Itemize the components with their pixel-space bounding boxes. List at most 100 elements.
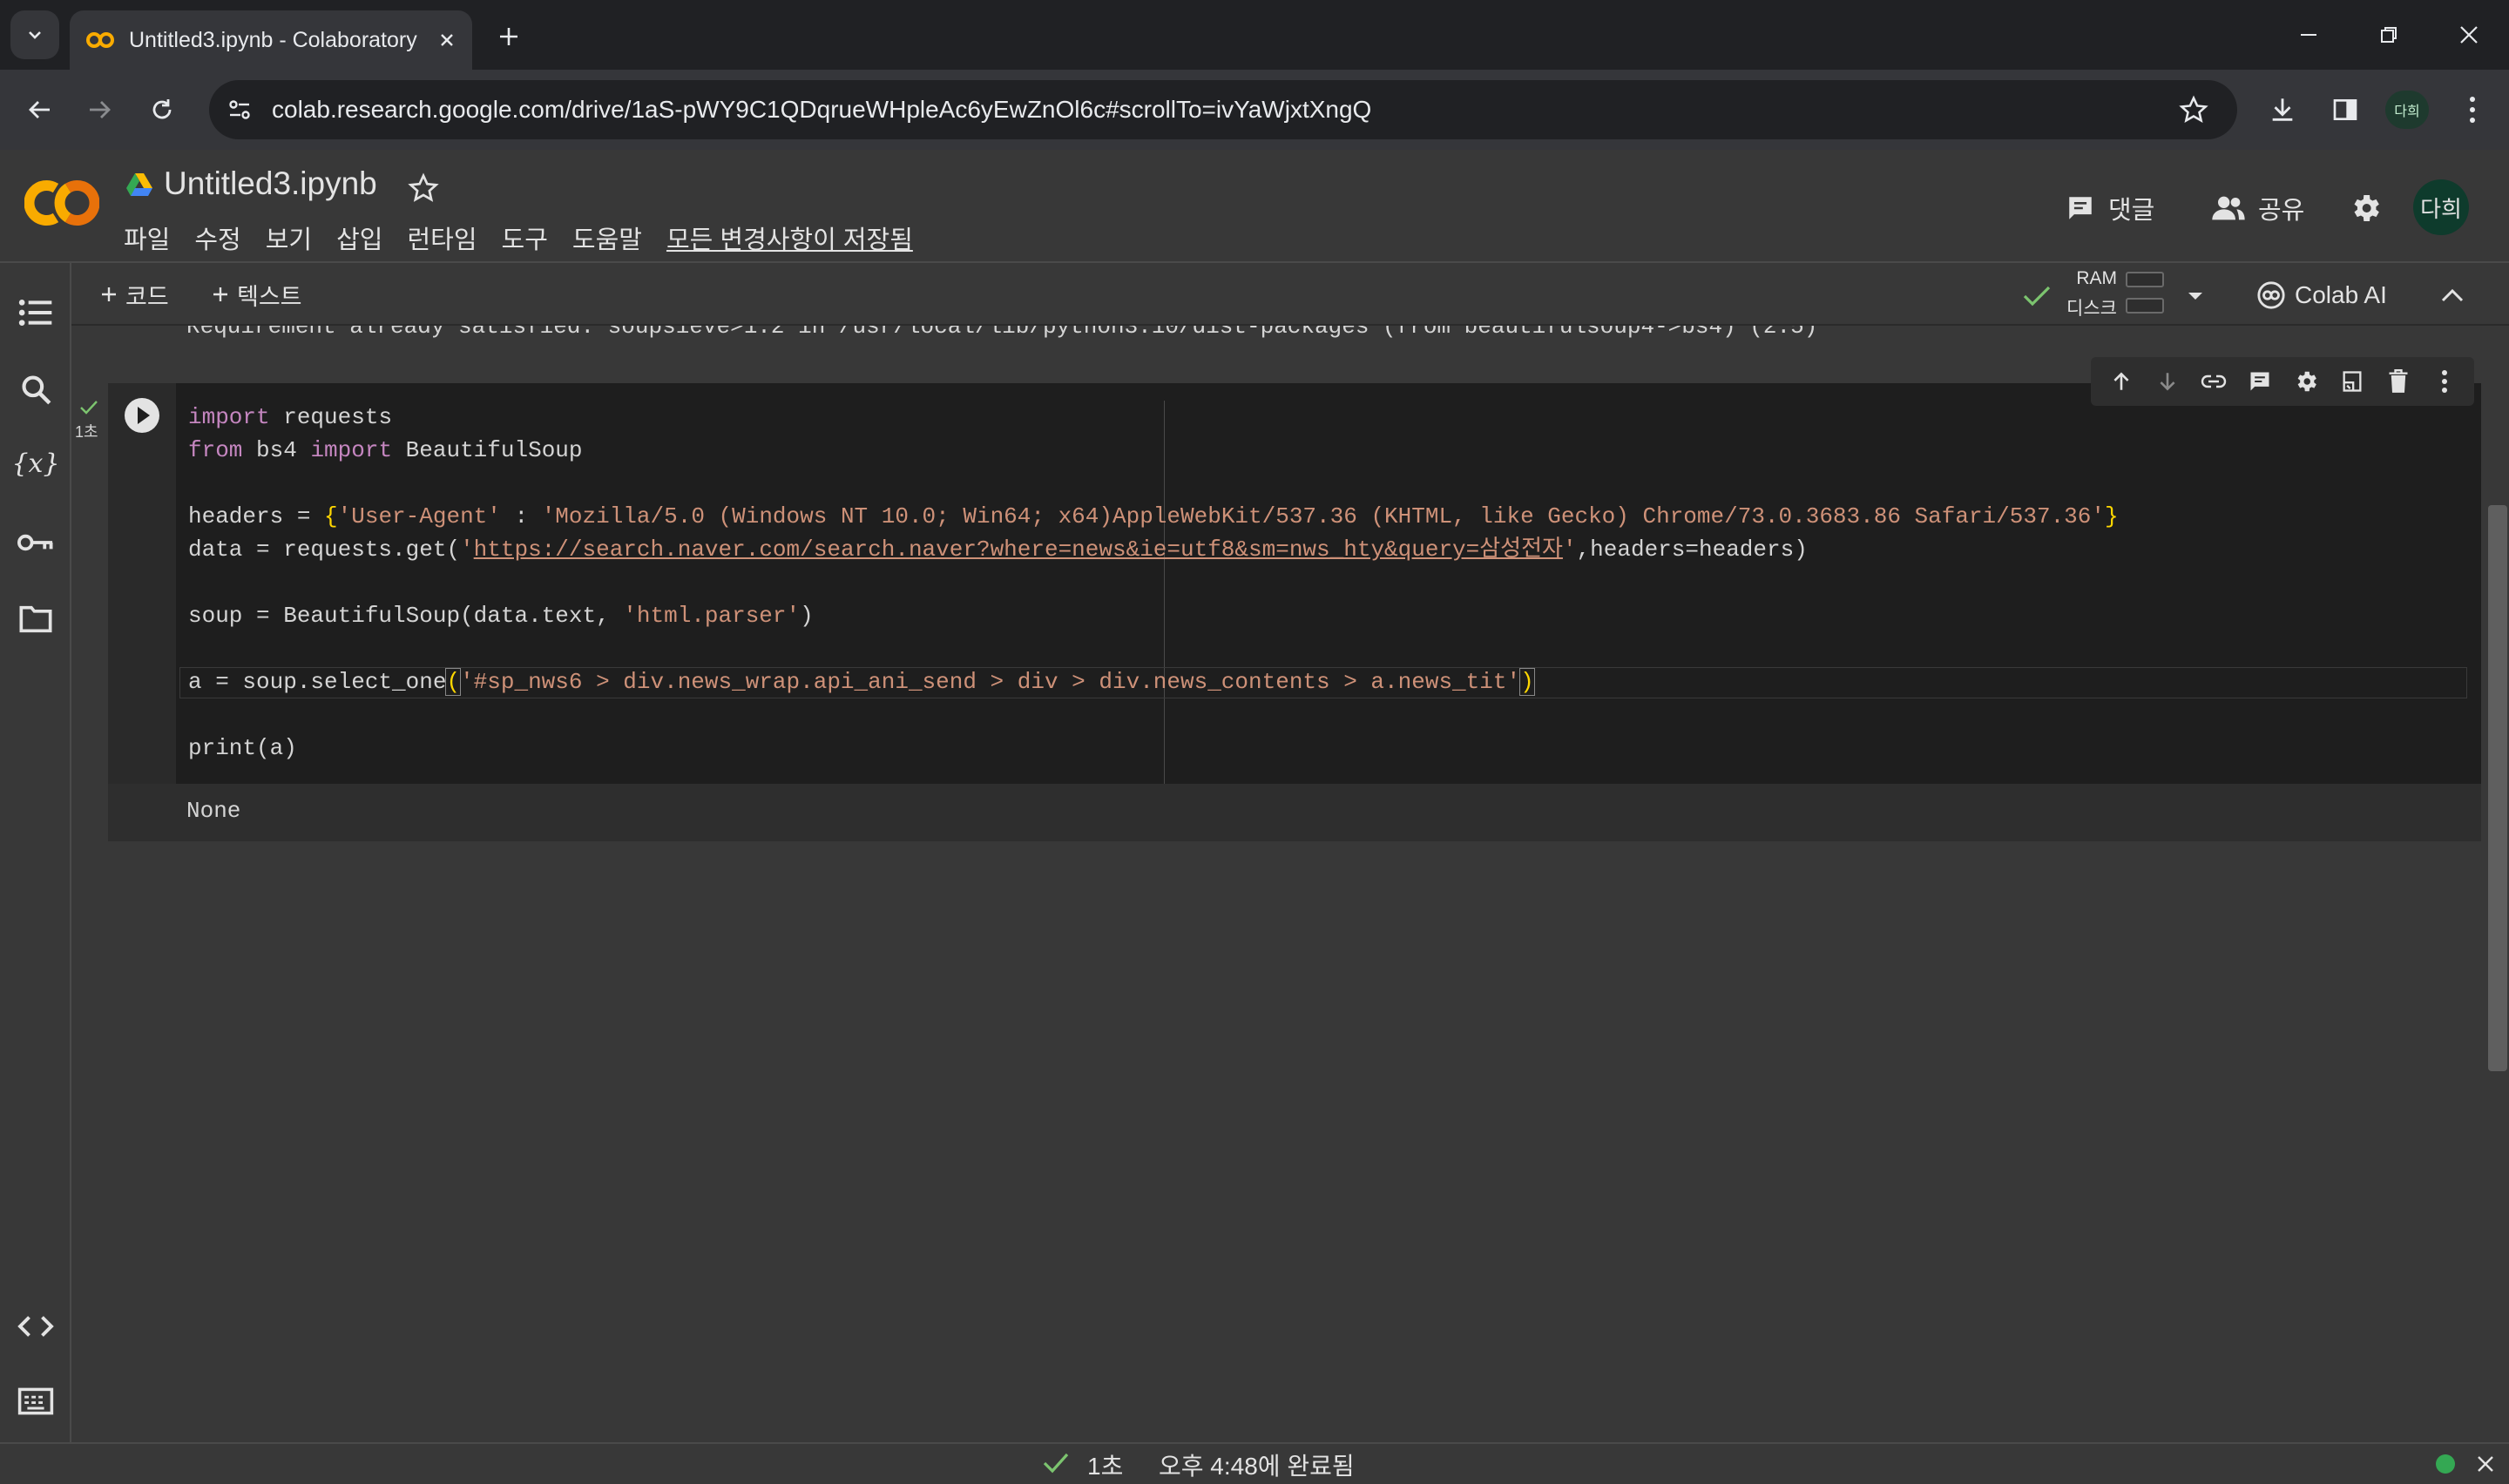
more-vertical-icon xyxy=(2441,370,2447,393)
share-button[interactable]: 공유 xyxy=(2211,186,2304,230)
user-avatar[interactable]: 다희 xyxy=(2413,179,2469,235)
play-circle-icon xyxy=(125,398,159,433)
status-indicator-dot xyxy=(2436,1454,2455,1474)
add-code-cell-button[interactable]: 코드 xyxy=(99,275,169,314)
back-button[interactable] xyxy=(17,87,63,132)
execution-time: 1초 xyxy=(75,423,98,441)
svg-text:{x}: {x} xyxy=(15,449,57,479)
code-token: 'User-Agent' xyxy=(337,503,501,530)
menu-help[interactable]: 도움말 xyxy=(572,219,654,256)
status-close-button[interactable] xyxy=(2471,1449,2500,1479)
gear-icon xyxy=(2354,195,2379,221)
colab-ai-label: Colab AI xyxy=(2295,281,2387,308)
window-restore-button[interactable] xyxy=(2363,0,2415,70)
window-minimize-button[interactable] xyxy=(2282,0,2335,70)
status-check-icon xyxy=(1042,1451,1070,1477)
command-palette-button[interactable] xyxy=(12,1378,59,1425)
move-cell-down-button[interactable] xyxy=(2148,362,2187,401)
code-brackets-icon xyxy=(17,1316,54,1337)
code-line: headers = {'User-Agent' : 'Mozilla/5.0 (… xyxy=(188,500,2462,533)
address-bar[interactable]: colab.research.google.com/drive/1aS-pWY9… xyxy=(209,80,2237,139)
colab-ai-button[interactable]: Colab AI xyxy=(2256,277,2387,314)
table-of-contents-button[interactable] xyxy=(12,289,59,336)
menu-bar: 파일 수정 보기 삽입 런타임 도구 도움말 모든 변경사항이 저장됨 xyxy=(124,219,913,256)
folder-icon xyxy=(19,605,52,633)
colab-logo-icon[interactable] xyxy=(24,172,99,233)
code-line: soup = BeautifulSoup(data.text, 'html.pa… xyxy=(188,599,2462,632)
search-icon xyxy=(22,375,51,405)
collapse-header-button[interactable] xyxy=(2431,275,2474,315)
copy-cell-link-button[interactable] xyxy=(2195,362,2233,401)
code-token: 'Mozilla/5.0 (Windows NT 10.0; Win64; x6… xyxy=(541,503,2105,530)
move-cell-up-button[interactable] xyxy=(2102,362,2140,401)
code-url-link[interactable]: https://search.naver.com/search.naver?wh… xyxy=(474,536,1563,563)
add-text-cell-button[interactable]: 텍스트 xyxy=(211,275,302,314)
connected-check-icon xyxy=(2021,280,2053,312)
code-editor[interactable]: import requests from bs4 import Beautifu… xyxy=(188,401,2462,765)
menu-view[interactable]: 보기 xyxy=(266,219,324,256)
gear-icon xyxy=(2297,371,2316,392)
variables-button[interactable]: {x} xyxy=(12,441,59,488)
code-token: ) xyxy=(800,603,814,629)
add-comment-button[interactable] xyxy=(2241,362,2279,401)
reload-icon xyxy=(152,99,172,119)
comment-button[interactable]: 댓글 xyxy=(2065,186,2154,230)
comment-icon xyxy=(2069,197,2092,219)
tab-close-icon[interactable] xyxy=(437,30,456,50)
more-cell-actions-button[interactable] xyxy=(2425,362,2464,401)
side-panel-button[interactable] xyxy=(2321,87,2370,132)
tab-title: Untitled3.ipynb - Colaboratory xyxy=(129,27,417,52)
notebook-title[interactable]: Untitled3.ipynb xyxy=(164,165,377,202)
browser-profile-avatar[interactable]: 다희 xyxy=(2385,91,2429,129)
code-token: ,headers=headers) xyxy=(1576,536,1808,563)
chevron-down-icon xyxy=(29,31,41,39)
find-replace-button[interactable] xyxy=(12,366,59,413)
code-snippets-button[interactable] xyxy=(12,1303,59,1350)
settings-button[interactable] xyxy=(2343,186,2387,230)
scrollbar-thumb[interactable] xyxy=(2488,505,2507,1071)
browser-menu-button[interactable] xyxy=(2448,87,2497,132)
trash-icon xyxy=(2389,369,2407,393)
code-token: import xyxy=(310,437,393,463)
reload-button[interactable] xyxy=(139,87,185,132)
download-icon xyxy=(2272,98,2293,121)
minimize-icon xyxy=(2301,34,2316,36)
mirror-tab-icon xyxy=(2343,371,2361,392)
saved-status-link[interactable]: 모든 변경사항이 저장됨 xyxy=(666,219,913,256)
menu-runtime[interactable]: 런타임 xyxy=(408,219,490,256)
runtime-dropdown-button[interactable] xyxy=(2176,279,2215,314)
menu-insert[interactable]: 삽입 xyxy=(336,219,395,256)
side-panel-icon xyxy=(2333,99,2357,120)
window-close-button[interactable] xyxy=(2443,0,2495,70)
mirror-cell-button[interactable] xyxy=(2333,362,2371,401)
star-notebook-button[interactable] xyxy=(406,171,441,206)
menu-edit[interactable]: 수정 xyxy=(194,219,253,256)
tab-search-button[interactable] xyxy=(10,10,59,59)
terminal-icon xyxy=(17,1387,54,1415)
secrets-button[interactable] xyxy=(12,519,59,566)
files-button[interactable] xyxy=(12,596,59,643)
code-token: data = requests.get( xyxy=(188,536,461,563)
url-text[interactable]: colab.research.google.com/drive/1aS-pWY9… xyxy=(272,96,1371,124)
run-cell-button[interactable] xyxy=(122,395,162,435)
browser-tab-active[interactable]: Untitled3.ipynb - Colaboratory xyxy=(70,10,472,70)
forward-button[interactable] xyxy=(77,87,122,132)
cell-output-area xyxy=(108,784,2481,841)
site-settings-icon[interactable] xyxy=(227,97,253,123)
cell-settings-button[interactable] xyxy=(2287,362,2325,401)
resource-monitor[interactable]: RAM 디스크 xyxy=(2063,266,2167,322)
arrow-left-icon xyxy=(29,101,50,118)
bookmark-button[interactable] xyxy=(2169,87,2218,132)
downloads-button[interactable] xyxy=(2258,87,2307,132)
code-token: requests xyxy=(269,404,393,430)
new-tab-button[interactable] xyxy=(484,12,533,61)
code-token: a = soup.select_one xyxy=(188,669,447,695)
code-token: BeautifulSoup xyxy=(392,437,583,463)
cell-output-text: None xyxy=(186,798,241,824)
menu-tools[interactable]: 도구 xyxy=(502,219,560,256)
close-icon xyxy=(2460,26,2478,44)
arrow-up-icon xyxy=(2113,372,2129,390)
delete-cell-button[interactable] xyxy=(2379,362,2418,401)
menu-file[interactable]: 파일 xyxy=(124,219,182,256)
